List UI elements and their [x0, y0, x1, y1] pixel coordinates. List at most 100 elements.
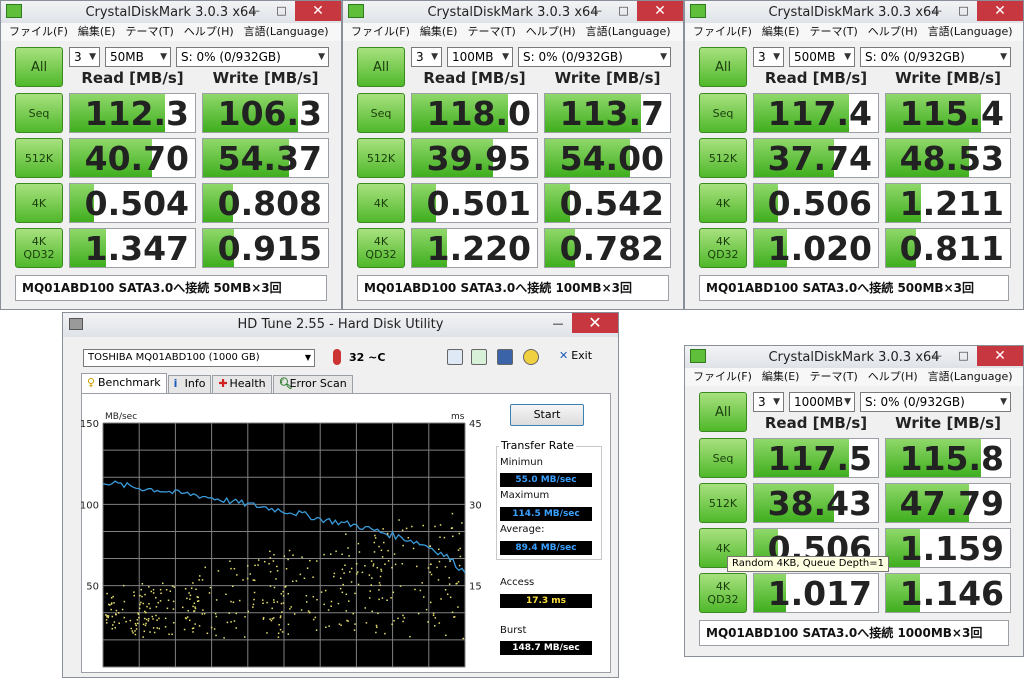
menu-theme[interactable]: テーマ(T)	[467, 23, 515, 41]
test-size-select[interactable]: 500MB ▼	[789, 47, 855, 67]
test-size-select[interactable]: 50MB ▼	[105, 47, 171, 67]
test-size-select[interactable]: 100MB ▼	[447, 47, 513, 67]
menu-edit[interactable]: 編集(E)	[78, 23, 116, 41]
close-button[interactable]: ✕	[977, 346, 1023, 366]
menu-edit[interactable]: 編集(E)	[762, 368, 800, 386]
row-button-4k-qd32[interactable]: 4K QD32	[699, 573, 747, 613]
all-button[interactable]: All	[699, 392, 747, 432]
access-point	[152, 592, 155, 594]
access-point	[112, 624, 114, 626]
cdm-titlebar[interactable]: CrystalDiskMark 3.0.3 x64— □ ✕	[685, 1, 1023, 23]
maximize-button[interactable]: □	[268, 1, 295, 21]
menu-bar: ファイル(F) 編集(E) テーマ(T) ヘルプ(H) 言語(Language)	[685, 368, 1023, 386]
menu-help[interactable]: ヘルプ(H)	[868, 368, 918, 386]
chevron-down-icon: ▼	[1000, 52, 1007, 62]
menu-language[interactable]: 言語(Language)	[928, 368, 1013, 386]
test-count-select[interactable]: 3 ▼	[753, 47, 784, 67]
menu-file[interactable]: ファイル(F)	[693, 368, 752, 386]
drive-select[interactable]: S: 0% (0/932GB) ▼	[518, 47, 671, 67]
start-button[interactable]: Start	[510, 404, 584, 426]
test-size-select[interactable]: 1000MB ▼	[789, 392, 855, 412]
menu-file[interactable]: ファイル(F)	[693, 23, 752, 41]
row-button-seq[interactable]: Seq	[357, 93, 405, 133]
menu-language[interactable]: 言語(Language)	[586, 23, 671, 41]
row-button-4k-qd32[interactable]: 4K QD32	[357, 228, 405, 268]
drive-select[interactable]: S: 0% (0/932GB) ▼	[860, 392, 1011, 412]
menu-theme[interactable]: テーマ(T)	[809, 23, 857, 41]
row-button-4k[interactable]: 4K	[699, 183, 747, 223]
cdm-titlebar[interactable]: CrystalDiskMark 3.0.3 x64— □ ✕	[1, 1, 341, 23]
access-point	[236, 574, 238, 576]
access-point	[273, 586, 276, 589]
access-point	[378, 598, 380, 601]
access-point	[194, 623, 196, 625]
menu-edit[interactable]: 編集(E)	[762, 23, 800, 41]
crystaldiskmark-app-icon	[690, 349, 706, 363]
menu-file[interactable]: ファイル(F)	[351, 23, 410, 41]
row-button-512k[interactable]: 512K	[699, 138, 747, 178]
menu-help[interactable]: ヘルプ(H)	[184, 23, 234, 41]
access-point	[123, 616, 126, 619]
row-button-512k[interactable]: 512K	[699, 483, 747, 523]
row-button-seq[interactable]: Seq	[699, 93, 747, 133]
cdm-titlebar[interactable]: CrystalDiskMark 3.0.3 x64— □ ✕	[343, 1, 683, 23]
access-point	[276, 565, 278, 568]
access-point	[123, 600, 126, 603]
menu-help[interactable]: ヘルプ(H)	[868, 23, 918, 41]
maximize-button[interactable]: □	[610, 1, 637, 21]
maximize-button[interactable]: □	[950, 1, 977, 21]
comment-field[interactable]: MQ01ABD100 SATA3.0へ接続 100MB×3回	[357, 275, 669, 301]
menu-language[interactable]: 言語(Language)	[244, 23, 329, 41]
access-point	[282, 590, 284, 593]
menu-file[interactable]: ファイル(F)	[9, 23, 68, 41]
close-button[interactable]: ✕	[295, 1, 341, 21]
row-button-512k[interactable]: 512K	[357, 138, 405, 178]
access-point	[208, 592, 211, 594]
menu-language[interactable]: 言語(Language)	[928, 23, 1013, 41]
test-count-select[interactable]: 3 ▼	[411, 47, 442, 67]
cdm-titlebar[interactable]: CrystalDiskMark 3.0.3 x64— □ ✕	[685, 346, 1023, 368]
menu-theme[interactable]: テーマ(T)	[125, 23, 173, 41]
maximize-button[interactable]: □	[950, 346, 977, 366]
row-button-seq[interactable]: Seq	[15, 93, 63, 133]
menu-theme[interactable]: テーマ(T)	[809, 368, 857, 386]
menu-edit[interactable]: 編集(E)	[420, 23, 458, 41]
access-point	[380, 570, 383, 572]
minimize-button[interactable]: —	[241, 1, 268, 21]
row-button-4k-qd32[interactable]: 4K QD32	[15, 228, 63, 268]
row-label-512k: 512K	[708, 496, 738, 510]
menu-help[interactable]: ヘルプ(H)	[526, 23, 576, 41]
close-button[interactable]: ✕	[637, 1, 683, 21]
minimize-button[interactable]: —	[923, 1, 950, 21]
access-point	[369, 590, 372, 592]
drive-select[interactable]: S: 0% (0/932GB) ▼	[176, 47, 329, 67]
close-button[interactable]: ✕	[977, 1, 1023, 21]
row-button-4k[interactable]: 4K	[15, 183, 63, 223]
access-point	[164, 626, 167, 628]
drive-select-value: S: 0% (0/932GB)	[865, 395, 965, 409]
drive-select[interactable]: S: 0% (0/932GB) ▼	[860, 47, 1011, 67]
comment-field[interactable]: MQ01ABD100 SATA3.0へ接続 1000MB×3回	[699, 620, 1009, 646]
access-point	[201, 579, 204, 581]
read-value-seq: 117.4	[767, 94, 872, 133]
all-button[interactable]: All	[15, 47, 63, 87]
row-button-4k-qd32[interactable]: 4K QD32	[699, 228, 747, 268]
row-button-seq[interactable]: Seq	[699, 438, 747, 478]
access-point	[276, 601, 279, 603]
y-axis-label: MB/sec	[105, 412, 137, 422]
access-point	[417, 612, 420, 615]
comment-field[interactable]: MQ01ABD100 SATA3.0へ接続 500MB×3回	[699, 275, 1009, 301]
test-count-select[interactable]: 3 ▼	[69, 47, 100, 67]
all-button[interactable]: All	[357, 47, 405, 87]
access-point	[129, 619, 132, 622]
minimize-button[interactable]: —	[583, 1, 610, 21]
row-label-4k: 4K	[715, 196, 731, 210]
all-button[interactable]: All	[699, 47, 747, 87]
row-button-512k[interactable]: 512K	[15, 138, 63, 178]
test-count-select[interactable]: 3 ▼	[753, 392, 784, 412]
row-button-4k[interactable]: 4K	[357, 183, 405, 223]
test-size-select-value: 500MB	[794, 50, 836, 64]
read-value-4k: 0.501	[426, 184, 531, 223]
comment-field[interactable]: MQ01ABD100 SATA3.0へ接続 50MB×3回	[15, 275, 327, 301]
minimize-button[interactable]: —	[923, 346, 950, 366]
